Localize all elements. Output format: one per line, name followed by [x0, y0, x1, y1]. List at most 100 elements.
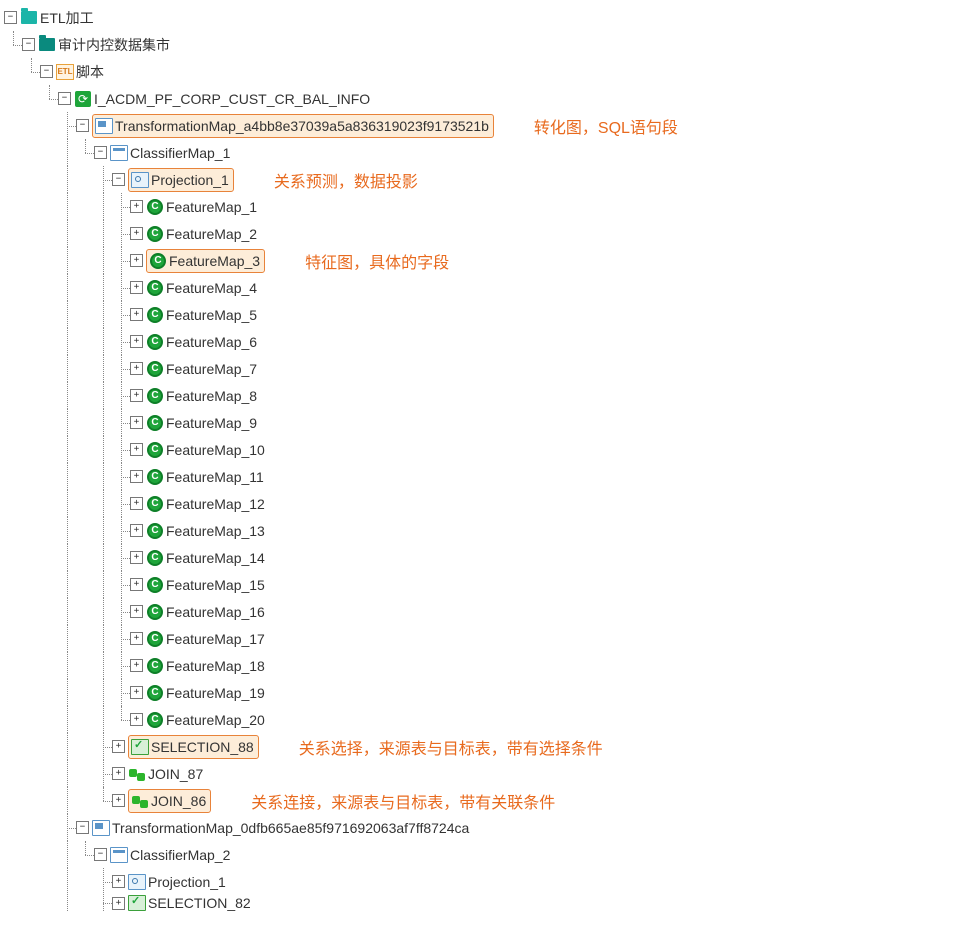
expand-toggle[interactable]: + [130, 578, 143, 591]
expand-toggle[interactable]: + [130, 497, 143, 510]
feature-icon: C [146, 657, 164, 675]
tree-node-featuremap[interactable]: +CFeatureMap_7 [4, 355, 976, 382]
tree-node-featuremap[interactable]: +CFeatureMap_13 [4, 517, 976, 544]
collapse-toggle[interactable]: − [58, 92, 71, 105]
tree-node-selection-82[interactable]: + SELECTION_82 [4, 895, 976, 911]
node-label: FeatureMap_2 [166, 226, 257, 242]
expand-toggle[interactable]: + [130, 389, 143, 402]
collapse-toggle[interactable]: − [112, 173, 125, 186]
feature-icon: C [146, 387, 164, 405]
tree-node-join-87[interactable]: + JOIN_87 [4, 760, 976, 787]
tree-node-featuremap[interactable]: +CFeatureMap_20 [4, 706, 976, 733]
map-icon [92, 819, 110, 837]
node-label: FeatureMap_14 [166, 550, 265, 566]
expand-toggle[interactable]: + [130, 632, 143, 645]
tree-node-script[interactable]: − ETL 脚本 [4, 58, 976, 85]
node-label: Projection_1 [148, 874, 226, 890]
tree-node-task[interactable]: − ⟳ I_ACDM_PF_CORP_CUST_CR_BAL_INFO [4, 85, 976, 112]
node-label: ClassifierMap_2 [130, 847, 230, 863]
tree-node-featuremap[interactable]: +CFeatureMap_1 [4, 193, 976, 220]
tree-node-featuremap[interactable]: +CFeatureMap_9 [4, 409, 976, 436]
feature-icon: C [146, 279, 164, 297]
tree-node-featuremap[interactable]: +CFeatureMap_5 [4, 301, 976, 328]
node-label: FeatureMap_11 [166, 469, 264, 485]
tree-node-featuremap[interactable]: +CFeatureMap_10 [4, 436, 976, 463]
node-label: ETL加工 [40, 8, 94, 28]
tree-node-featuremap[interactable]: +CFeatureMap_4 [4, 274, 976, 301]
expand-toggle[interactable]: + [130, 659, 143, 672]
tree-node-transformationmap-2[interactable]: − TransformationMap_0dfb665ae85f97169206… [4, 814, 976, 841]
node-label: FeatureMap_13 [166, 523, 265, 539]
tree-node-featuremap[interactable]: +CFeatureMap_17 [4, 625, 976, 652]
feature-icon: C [149, 252, 167, 270]
expand-toggle[interactable]: + [130, 605, 143, 618]
annotation-text: 关系预测，数据投影 [274, 168, 418, 192]
expand-toggle[interactable]: + [130, 416, 143, 429]
expand-toggle[interactable]: + [130, 281, 143, 294]
node-label: FeatureMap_17 [166, 631, 265, 647]
tree-node-featuremap[interactable]: +CFeatureMap_12 [4, 490, 976, 517]
tree-node-featuremap[interactable]: +CFeatureMap_2 [4, 220, 976, 247]
expand-toggle[interactable]: + [130, 713, 143, 726]
expand-toggle[interactable]: + [130, 524, 143, 537]
tree-node-classifiermap-1[interactable]: − ClassifierMap_1 [4, 139, 976, 166]
expand-toggle[interactable]: + [130, 335, 143, 348]
highlighted-node: SELECTION_88 [128, 735, 259, 759]
feature-icon: C [146, 333, 164, 351]
node-label: Projection_1 [151, 172, 229, 188]
collapse-toggle[interactable]: − [94, 848, 107, 861]
node-label: FeatureMap_9 [166, 415, 257, 431]
refresh-icon: ⟳ [74, 90, 92, 108]
tree-node-featuremap[interactable]: +CFeatureMap_3特征图，具体的字段 [4, 247, 976, 274]
annotation-text: 转化图，SQL语句段 [534, 114, 678, 138]
expand-toggle[interactable]: + [112, 767, 125, 780]
expand-toggle[interactable]: + [130, 686, 143, 699]
node-label: FeatureMap_12 [166, 496, 265, 512]
tree-node-projection-1[interactable]: − Projection_1 关系预测，数据投影 [4, 166, 976, 193]
annotation-text: 关系连接，来源表与目标表，带有关联条件 [251, 789, 555, 813]
tree-node-datamart[interactable]: − 审计内控数据集市 [4, 31, 976, 58]
node-label: 审计内控数据集市 [58, 35, 170, 55]
expand-toggle[interactable]: + [130, 254, 143, 267]
tree-node-featuremap[interactable]: +CFeatureMap_6 [4, 328, 976, 355]
tree-node-featuremap[interactable]: +CFeatureMap_18 [4, 652, 976, 679]
expand-toggle[interactable]: + [130, 443, 143, 456]
tree-node-featuremap[interactable]: +CFeatureMap_11 [4, 463, 976, 490]
collapse-toggle[interactable]: − [40, 65, 53, 78]
tree-node-featuremap[interactable]: +CFeatureMap_19 [4, 679, 976, 706]
node-label: FeatureMap_10 [166, 442, 265, 458]
expand-toggle[interactable]: + [130, 227, 143, 240]
expand-toggle[interactable]: + [130, 200, 143, 213]
collapse-toggle[interactable]: − [22, 38, 35, 51]
collapse-toggle[interactable]: − [76, 821, 89, 834]
collapse-toggle[interactable]: − [4, 11, 17, 24]
node-label: FeatureMap_1 [166, 199, 257, 215]
tree-node-featuremap[interactable]: +CFeatureMap_8 [4, 382, 976, 409]
feature-icon: C [146, 630, 164, 648]
tree-node-featuremap[interactable]: +CFeatureMap_14 [4, 544, 976, 571]
projection-icon [131, 171, 149, 189]
expand-toggle[interactable]: + [112, 897, 125, 910]
tree-node-projection-2[interactable]: + Projection_1 [4, 868, 976, 895]
tree-node-featuremap[interactable]: +CFeatureMap_16 [4, 598, 976, 625]
expand-toggle[interactable]: + [130, 362, 143, 375]
expand-toggle[interactable]: + [112, 740, 125, 753]
expand-toggle[interactable]: + [112, 794, 125, 807]
tree-node-transformationmap-1[interactable]: − TransformationMap_a4bb8e37039a5a836319… [4, 112, 976, 139]
node-label: FeatureMap_7 [166, 361, 257, 377]
tree-node-classifiermap-2[interactable]: − ClassifierMap_2 [4, 841, 976, 868]
tree-node-featuremap[interactable]: +CFeatureMap_15 [4, 571, 976, 598]
feature-icon: C [146, 603, 164, 621]
highlighted-node: Projection_1 [128, 168, 234, 192]
collapse-toggle[interactable]: − [94, 146, 107, 159]
expand-toggle[interactable]: + [130, 551, 143, 564]
node-label: FeatureMap_20 [166, 712, 265, 728]
expand-toggle[interactable]: + [130, 308, 143, 321]
tree-node-join-86[interactable]: + JOIN_86 关系连接，来源表与目标表，带有关联条件 [4, 787, 976, 814]
tree-node-selection-88[interactable]: + SELECTION_88 关系选择，来源表与目标表，带有选择条件 [4, 733, 976, 760]
expand-toggle[interactable]: + [112, 875, 125, 888]
feature-icon: C [146, 711, 164, 729]
tree-node-root[interactable]: − ETL加工 [4, 4, 976, 31]
collapse-toggle[interactable]: − [76, 119, 89, 132]
expand-toggle[interactable]: + [130, 470, 143, 483]
